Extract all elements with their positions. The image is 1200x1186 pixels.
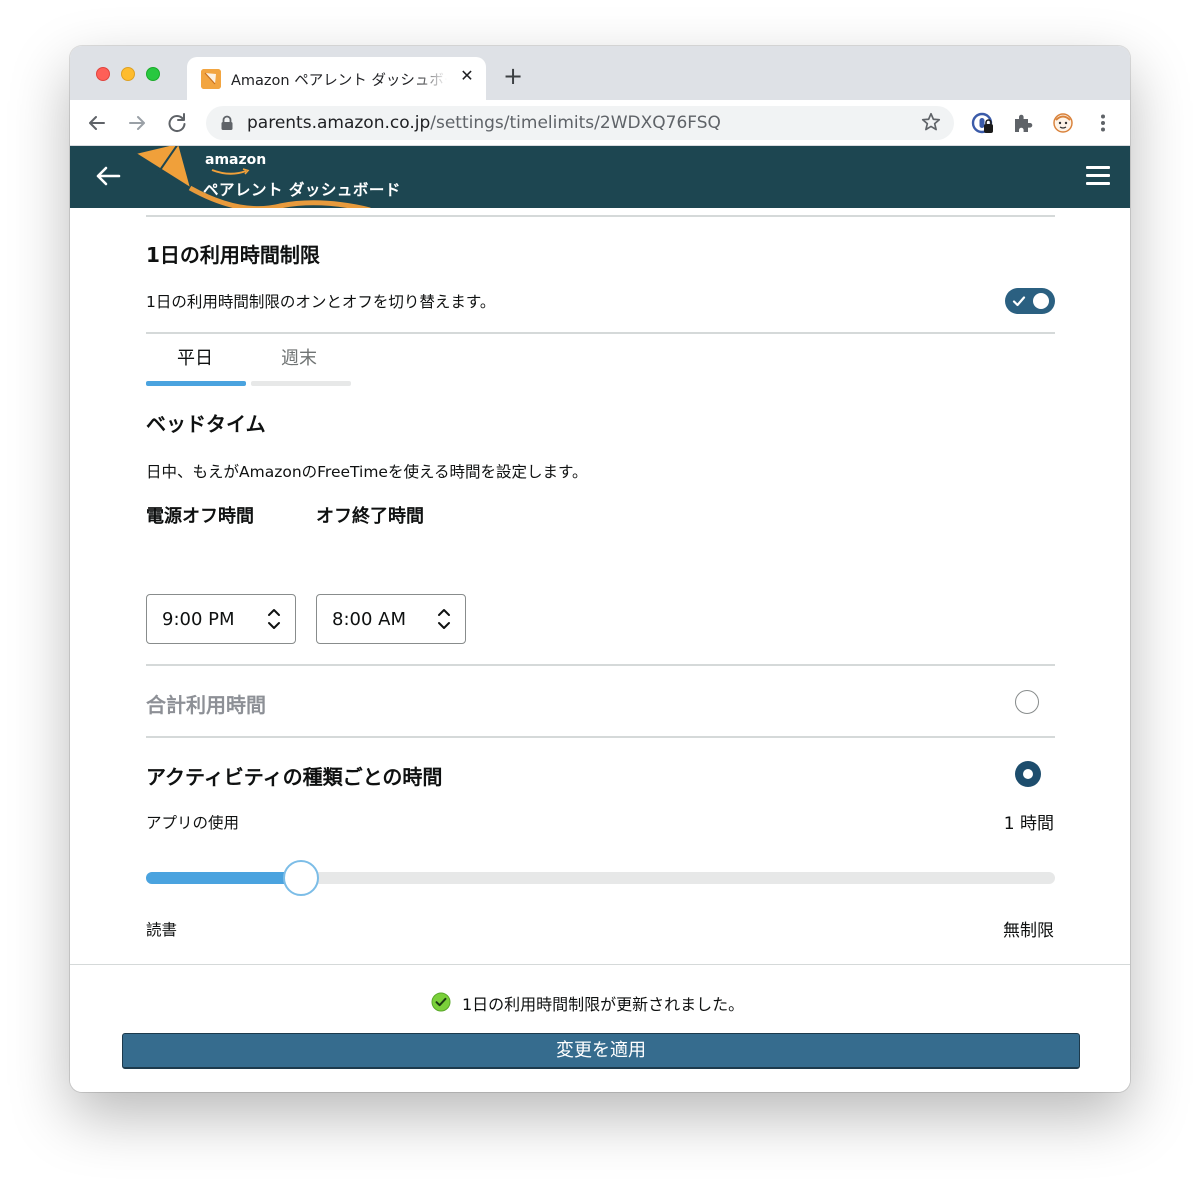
- lock-icon: [221, 115, 233, 130]
- tab-weekday[interactable]: 平日: [177, 344, 213, 370]
- check-icon: [1012, 296, 1026, 307]
- kite-favicon-icon: [201, 69, 221, 89]
- app-header: amazon ペアレント ダッシュボード: [70, 146, 1130, 208]
- tab-close-icon[interactable]: ✕: [457, 66, 477, 86]
- browser-back-button[interactable]: [83, 109, 111, 137]
- apply-changes-button[interactable]: 変更を適用: [122, 1033, 1080, 1069]
- tab-strip: Amazon ペアレント ダッシュボード ✕ +: [70, 46, 1130, 100]
- address-url: parents.amazon.co.jp/settings/timelimits…: [247, 113, 721, 133]
- arrow-left-icon: [89, 116, 105, 130]
- close-window-button[interactable]: [96, 67, 110, 81]
- daily-limit-description: 1日の利用時間制限のオンとオフを切り替えます。: [146, 293, 496, 311]
- section-divider: [146, 664, 1055, 666]
- off-end-label: オフ終了時間: [316, 506, 424, 527]
- browser-toolbar: parents.amazon.co.jp/settings/timelimits…: [70, 100, 1130, 146]
- section-divider: [146, 736, 1055, 738]
- hamburger-menu-icon[interactable]: [1086, 166, 1110, 188]
- slider-apps-label: アプリの使用: [146, 814, 240, 832]
- amazon-smile-icon: [211, 168, 250, 175]
- off-start-time-select[interactable]: 9:00 PM: [146, 594, 296, 644]
- app-title: ペアレント ダッシュボード: [203, 181, 401, 199]
- off-start-label: 電源オフ時間: [146, 506, 254, 527]
- tab-title: Amazon ペアレント ダッシュボード: [231, 73, 447, 89]
- off-start-time-value: 9:00 PM: [162, 609, 235, 630]
- url-path: /settings/timelimits/2WDXQ76FSQ: [430, 113, 721, 133]
- arrow-right-icon: [129, 116, 145, 130]
- footer-bar: 1日の利用時間制限が更新されました。 変更を適用: [70, 964, 1130, 1092]
- url-host: parents.amazon.co.jp: [247, 113, 431, 133]
- daily-limit-toggle[interactable]: [1005, 288, 1055, 314]
- off-end-time-value: 8:00 AM: [332, 609, 406, 630]
- bedtime-title: ベッドタイム: [146, 412, 266, 436]
- slider-apps-fill: [146, 872, 301, 884]
- profile-avatar-icon[interactable]: [1050, 110, 1076, 136]
- browser-menu-kebab-icon[interactable]: [1090, 110, 1116, 136]
- daily-limit-title: 1日の利用時間制限: [146, 243, 320, 267]
- activity-time-title: アクティビティの種類ごとの時間: [146, 765, 443, 789]
- tab-weekday-indicator: [146, 381, 246, 386]
- section-divider: [146, 332, 1055, 334]
- address-bar[interactable]: parents.amazon.co.jp/settings/timelimits…: [206, 106, 954, 140]
- success-message: 1日の利用時間制限が更新されました。: [462, 995, 745, 1014]
- section-divider: [146, 215, 1055, 217]
- password-manager-extension-icon[interactable]: [970, 110, 996, 136]
- chevron-up-down-icon: [438, 609, 450, 629]
- slider-reading-label: 読書: [146, 921, 178, 939]
- tab-weekend-indicator: [251, 381, 351, 386]
- activity-time-radio[interactable]: [1015, 761, 1041, 787]
- app-back-arrow-icon[interactable]: [92, 160, 124, 192]
- tab-weekend[interactable]: 週末: [281, 344, 317, 370]
- slider-reading-value: 無制限: [1003, 921, 1054, 941]
- bedtime-description: 日中、もえがAmazonのFreeTimeを使える時間を設定します。: [146, 463, 588, 481]
- amazon-wordmark: amazon: [205, 152, 267, 168]
- slider-apps-value: 1 時間: [1003, 814, 1054, 834]
- new-tab-button[interactable]: +: [500, 64, 526, 90]
- total-time-title: 合計利用時間: [146, 693, 266, 717]
- browser-forward-button[interactable]: [123, 109, 151, 137]
- chevron-up-down-icon: [268, 609, 280, 629]
- off-end-time-select[interactable]: 8:00 AM: [316, 594, 466, 644]
- success-check-icon: [431, 992, 451, 1012]
- reload-icon: [168, 113, 186, 133]
- bookmark-star-icon[interactable]: [920, 111, 942, 133]
- settings-content[interactable]: 1日の利用時間制限 1日の利用時間制限のオンとオフを切り替えます。 平日 週末 …: [70, 208, 1130, 964]
- total-time-radio[interactable]: [1015, 690, 1039, 714]
- extensions-puzzle-icon[interactable]: [1010, 110, 1036, 136]
- slider-apps-thumb[interactable]: [283, 860, 320, 896]
- toggle-knob: [1033, 293, 1049, 309]
- zoom-window-button[interactable]: [146, 67, 160, 81]
- browser-window: Amazon ペアレント ダッシュボード ✕ +: [70, 46, 1130, 1092]
- browser-reload-button[interactable]: [163, 109, 191, 137]
- browser-tab-active[interactable]: Amazon ペアレント ダッシュボード ✕: [187, 57, 486, 100]
- minimize-window-button[interactable]: [121, 67, 135, 81]
